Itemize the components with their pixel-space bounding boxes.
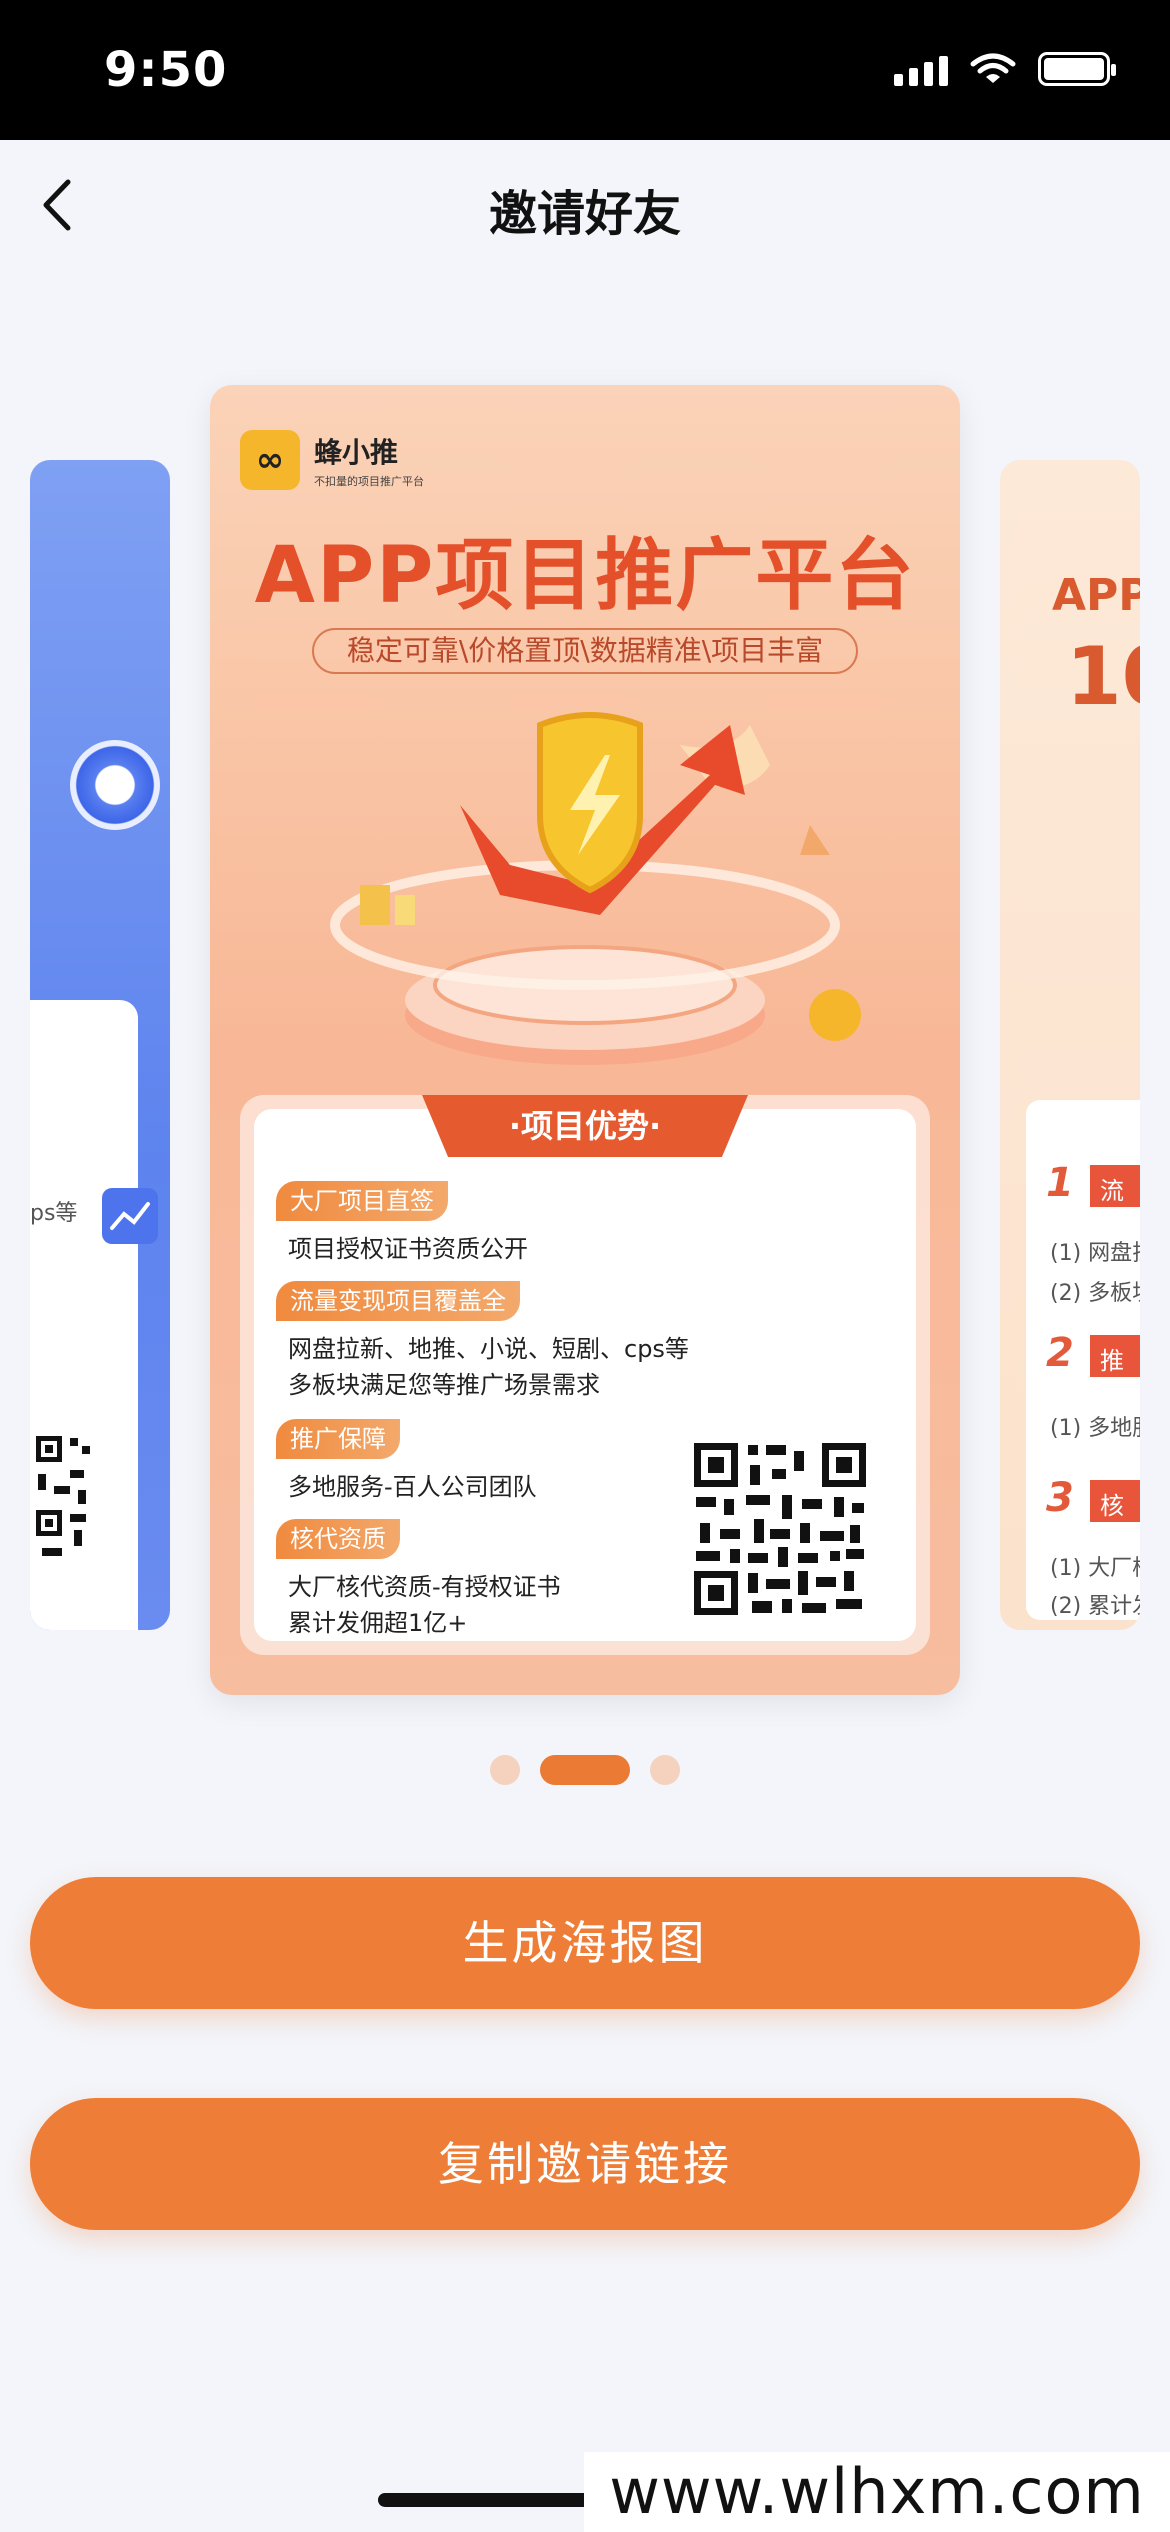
advantage-text: 项目授权证书资质公开 — [288, 1235, 528, 1263]
status-icons — [894, 52, 1116, 86]
poster-subtitle: 稳定可靠\价格置顶\数据精准\项目丰富 — [312, 628, 858, 674]
advantage-tag: 大厂项目直签 — [276, 1181, 448, 1221]
advantage-tag: 核代资质 — [276, 1519, 400, 1559]
advantage-text: 累计发佣超1亿+ — [288, 1609, 468, 1637]
wifi-icon — [970, 53, 1016, 83]
qr-code-icon — [30, 1430, 100, 1580]
section-tag: 推广 — [1090, 1335, 1140, 1410]
poster-card-previous[interactable]: ps等 — [30, 460, 170, 1630]
advantage-tag: 流量变现项目覆盖全 — [276, 1281, 520, 1321]
brand-tagline: 不扣量的项目推广平台 — [314, 475, 424, 488]
advantage-text: 大厂核代资质-有授权证书 — [288, 1573, 561, 1601]
section-item: (2) 累计发 — [1050, 1594, 1140, 1619]
section-item: (1) 多地服 — [1050, 1416, 1140, 1441]
status-time: 9:50 — [104, 42, 228, 98]
page-dot-active[interactable] — [540, 1755, 630, 1785]
page-title: 邀请好友 — [488, 186, 681, 242]
poster-fragment-title: APP — [1052, 570, 1140, 621]
section-item: (1) 大厂核 — [1050, 1556, 1140, 1581]
page-dot[interactable] — [650, 1755, 680, 1785]
cellular-signal-icon — [894, 56, 948, 86]
advantage-text: 多板块满足您等推广场景需求 — [288, 1371, 600, 1399]
watermark: www.wlhxm.com — [584, 2452, 1170, 2532]
copy-invite-link-button[interactable]: 复制邀请链接 — [30, 2098, 1140, 2230]
poster-headline: APP项目推广平台 — [254, 531, 916, 621]
nav-bar: 邀请好友 — [0, 140, 1170, 270]
generate-poster-button[interactable]: 生成海报图 — [30, 1877, 1140, 2009]
advantage-text: 多地服务-百人公司团队 — [288, 1473, 537, 1501]
carousel-page-indicator — [0, 1755, 1170, 1785]
status-bar: 9:50 — [0, 0, 1170, 140]
advantage-text: 网盘拉新、地推、小说、短剧、cps等 — [288, 1335, 689, 1363]
poster-card-next[interactable]: APP 10 1 流量 (1) 网盘拉 (2) 多板块 2 推广 (1) 多地服… — [1000, 460, 1140, 1630]
brand-logo: ∞ 蜂小推 不扣量的项目推广平台 — [240, 430, 424, 490]
section-tag: 核代 — [1090, 1480, 1140, 1555]
section-number: 3 — [1046, 1475, 1074, 1521]
section-number: 1 — [1046, 1160, 1074, 1206]
page-dot[interactable] — [490, 1755, 520, 1785]
poster-card-active[interactable]: ∞ 蜂小推 不扣量的项目推广平台 APP项目推广平台 稳定可靠\价格置顶\数据精… — [210, 385, 960, 1695]
section-number: 2 — [1046, 1330, 1074, 1376]
section-tag: 流量 — [1090, 1165, 1140, 1240]
advantages-title: ·项目优势· — [422, 1095, 748, 1157]
poster-carousel[interactable]: ps等 APP 10 1 流量 (1) 网盘拉 (2) 多板块 2 推广 (1)… — [0, 385, 1170, 1705]
poster-fragment-number: 10 — [1066, 630, 1140, 723]
section-item: (2) 多板块 — [1050, 1281, 1140, 1306]
infinity-logo-icon: ∞ — [240, 430, 300, 490]
advantage-tag: 推广保障 — [276, 1419, 400, 1459]
battery-icon — [1038, 52, 1116, 86]
poster-fragment-text: ps等 — [30, 1201, 78, 1226]
qr-code-icon — [690, 1439, 870, 1619]
section-item: (1) 网盘拉 — [1050, 1241, 1140, 1266]
advantages-panel: ·项目优势· 大厂项目直签 项目授权证书资质公开 流量变现项目覆盖全 网盘拉新、… — [240, 1095, 930, 1655]
brand-name: 蜂小推 — [314, 436, 399, 469]
trend-chart-icon — [102, 1188, 158, 1244]
coin-icon — [70, 740, 160, 830]
shield-lightning-illustration — [330, 712, 861, 1065]
